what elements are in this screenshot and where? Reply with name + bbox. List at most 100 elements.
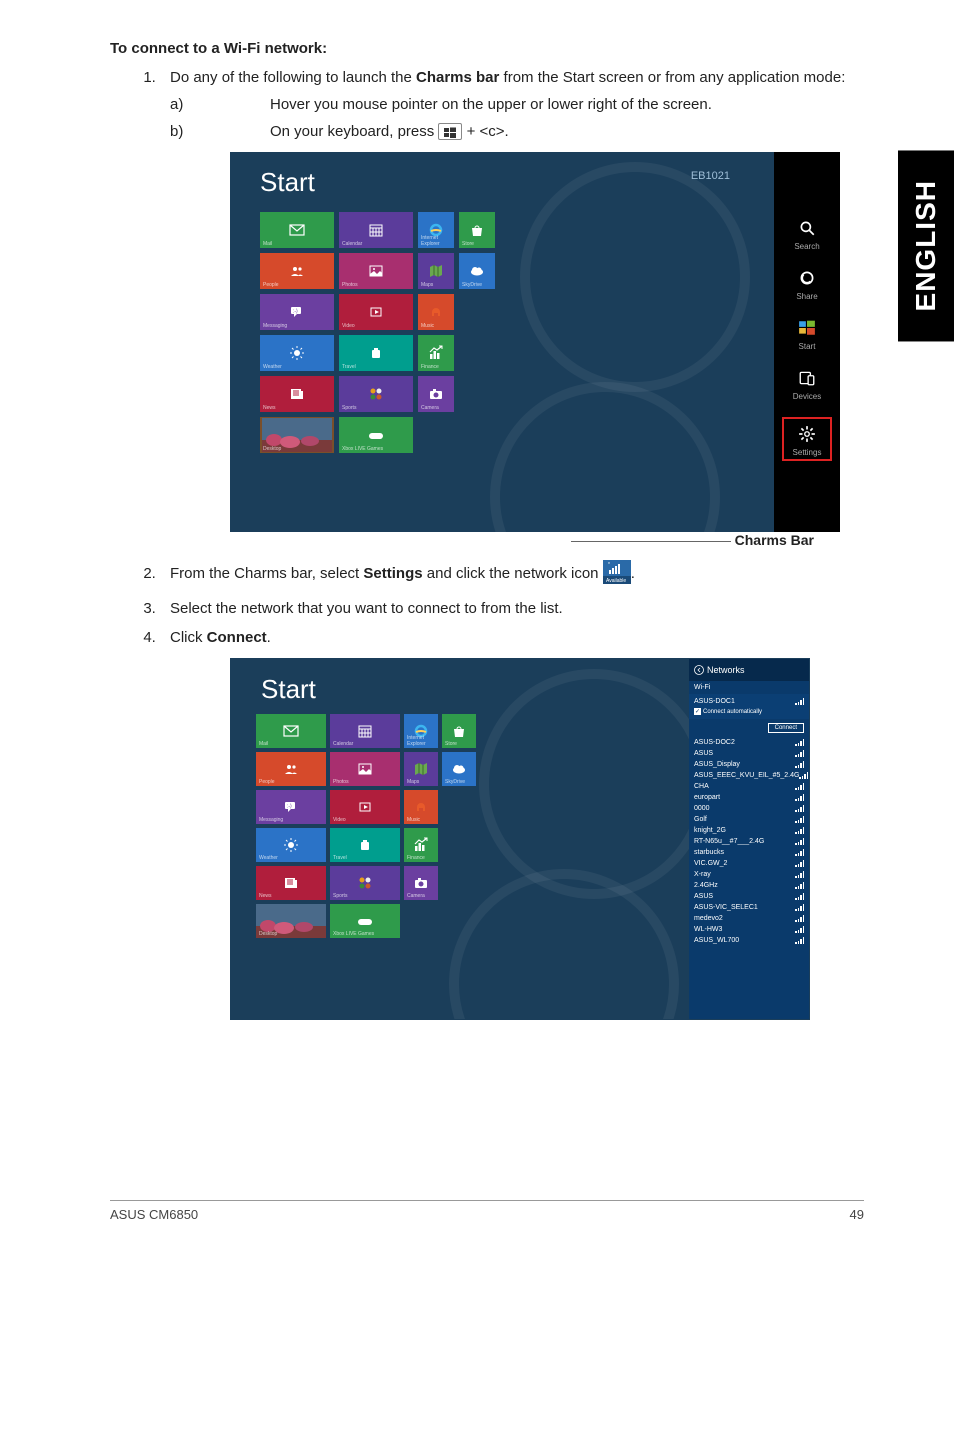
step-3: Select the network that you want to conn… <box>160 600 864 617</box>
tile-news[interactable]: News <box>260 376 334 412</box>
back-arrow-icon[interactable] <box>694 665 704 675</box>
page-number: 49 <box>850 1207 864 1222</box>
network-item[interactable]: ASUS-DOC2 <box>689 737 809 748</box>
network-item[interactable]: medevo2 <box>689 913 809 924</box>
charm-start[interactable]: Start <box>782 317 832 351</box>
network-item[interactable]: knight_2G <box>689 825 809 836</box>
networks-flyout: Networks Wi-Fi ASUS-DOC1 ✓Connect automa… <box>689 659 809 1019</box>
tile-calendar[interactable]: Calendar <box>330 714 400 748</box>
tile-desktop[interactable]: Desktop <box>256 904 326 938</box>
signal-icon <box>795 849 804 856</box>
tile-photos[interactable]: Photos <box>339 253 413 289</box>
tile-people[interactable]: People <box>256 752 326 786</box>
signal-icon <box>795 698 804 705</box>
tile-desktop[interactable]: Desktop <box>260 417 334 453</box>
tile-skydrive[interactable]: SkyDrive <box>459 253 495 289</box>
signal-icon <box>795 805 804 812</box>
tile-video[interactable]: Video <box>330 790 400 824</box>
connect-button[interactable]: Connect <box>768 723 804 733</box>
signal-icon <box>795 739 804 746</box>
network-item[interactable]: ASUS_EEEC_KVU_EIL_#5_2.4G <box>689 770 809 781</box>
tile-skydrive[interactable]: SkyDrive <box>442 752 476 786</box>
svg-text::-): :-) <box>287 804 292 810</box>
network-item[interactable]: 0000 <box>689 803 809 814</box>
tile-finance[interactable]: Finance <box>418 335 454 371</box>
tile-travel[interactable]: Travel <box>339 335 413 371</box>
tile-sports[interactable]: Sports <box>330 866 400 900</box>
step-1: Do any of the following to launch the Ch… <box>160 69 864 548</box>
tile-camera[interactable]: Camera <box>404 866 438 900</box>
tile-maps[interactable]: Maps <box>404 752 438 786</box>
tile-weather[interactable]: Weather <box>260 335 334 371</box>
signal-icon <box>795 816 804 823</box>
charm-search[interactable]: Search <box>782 217 832 251</box>
start-icon <box>796 317 818 339</box>
network-item[interactable]: europart <box>689 792 809 803</box>
tile-store[interactable]: Store <box>459 212 495 248</box>
tile-mail[interactable]: Mail <box>260 212 334 248</box>
tile-finance[interactable]: Finance <box>404 828 438 862</box>
charm-devices[interactable]: Devices <box>782 367 832 401</box>
network-item[interactable]: ASUS_Display <box>689 759 809 770</box>
signal-icon <box>795 937 804 944</box>
tile-blank <box>459 376 495 412</box>
tile-mail[interactable]: Mail <box>256 714 326 748</box>
tile-calendar[interactable]: Calendar <box>339 212 413 248</box>
step-1a: a) Hover you mouse pointer on the upper … <box>170 96 864 113</box>
tile-music[interactable]: Music <box>404 790 438 824</box>
tile-xbox-live-games[interactable]: Xbox LIVE Games <box>330 904 400 938</box>
tile-people[interactable]: People <box>260 253 334 289</box>
tile-camera[interactable]: Camera <box>418 376 454 412</box>
charm-share[interactable]: Share <box>782 267 832 301</box>
network-item[interactable]: X-ray <box>689 869 809 880</box>
tile-blank <box>459 335 495 371</box>
tile-store[interactable]: Store <box>442 714 476 748</box>
start-tiles-2: MailCalendarInternet ExplorerStore People… <box>256 714 476 938</box>
product-name: ASUS CM6850 <box>110 1207 198 1222</box>
figure-caption: Charms Bar <box>230 532 814 548</box>
charm-settings[interactable]: Settings <box>782 417 832 461</box>
figure-charms-bar: Start EB1021 MailCalendarInternet Explor… <box>230 152 864 548</box>
tile-maps[interactable]: Maps <box>418 253 454 289</box>
start-screen-title-2: Start <box>261 674 316 705</box>
tile-sports[interactable]: Sports <box>339 376 413 412</box>
selected-network[interactable]: ASUS-DOC1 ✓Connect automatically <box>689 694 809 719</box>
connect-auto-checkbox[interactable]: ✓Connect automatically <box>694 708 804 715</box>
network-item[interactable]: WL-HW3 <box>689 924 809 935</box>
svg-text:*: * <box>608 562 610 568</box>
tile-internet-explorer[interactable]: Internet Explorer <box>404 714 438 748</box>
network-item[interactable]: ASUS <box>689 748 809 759</box>
signal-icon <box>795 926 804 933</box>
tile-travel[interactable]: Travel <box>330 828 400 862</box>
signal-icon <box>795 750 804 757</box>
tile-news[interactable]: News <box>256 866 326 900</box>
tile-messaging[interactable]: :-)Messaging <box>260 294 334 330</box>
figure-networks-panel: Start MailCalendarInternet ExplorerStore… <box>170 658 864 1020</box>
network-item[interactable]: 2.4GHz <box>689 880 809 891</box>
step-1-text: Do any of the following to launch the Ch… <box>170 69 845 86</box>
tile-internet-explorer[interactable]: Internet Explorer <box>418 212 454 248</box>
tile-xbox-live-games[interactable]: Xbox LIVE Games <box>339 417 413 453</box>
signal-icon <box>795 761 804 768</box>
network-item[interactable]: ASUS_WL700 <box>689 935 809 946</box>
network-item[interactable]: CHA <box>689 781 809 792</box>
tile-video[interactable]: Video <box>339 294 413 330</box>
network-item[interactable]: starbucks <box>689 847 809 858</box>
network-item[interactable]: Golf <box>689 814 809 825</box>
signal-icon <box>795 915 804 922</box>
network-item[interactable]: ASUS-VIC_SELEC1 <box>689 902 809 913</box>
signal-icon <box>795 882 804 889</box>
tile-photos[interactable]: Photos <box>330 752 400 786</box>
tile-messaging[interactable]: :-)Messaging <box>256 790 326 824</box>
networks-header: Networks <box>689 659 809 681</box>
network-item[interactable]: ASUS <box>689 891 809 902</box>
share-icon <box>796 267 818 289</box>
step-4: Click Connect. Start MailCalendarInterne… <box>160 629 864 1020</box>
network-item[interactable]: RT-N65u__#7___2.4G <box>689 836 809 847</box>
network-item[interactable]: VIC.GW_2 <box>689 858 809 869</box>
tile-weather[interactable]: Weather <box>256 828 326 862</box>
tile-music[interactable]: Music <box>418 294 454 330</box>
tile-blank <box>442 866 476 900</box>
network-list: ASUS-DOC2ASUSASUS_DisplayASUS_EEEC_KVU_E… <box>689 737 809 1019</box>
signal-icon <box>795 904 804 911</box>
